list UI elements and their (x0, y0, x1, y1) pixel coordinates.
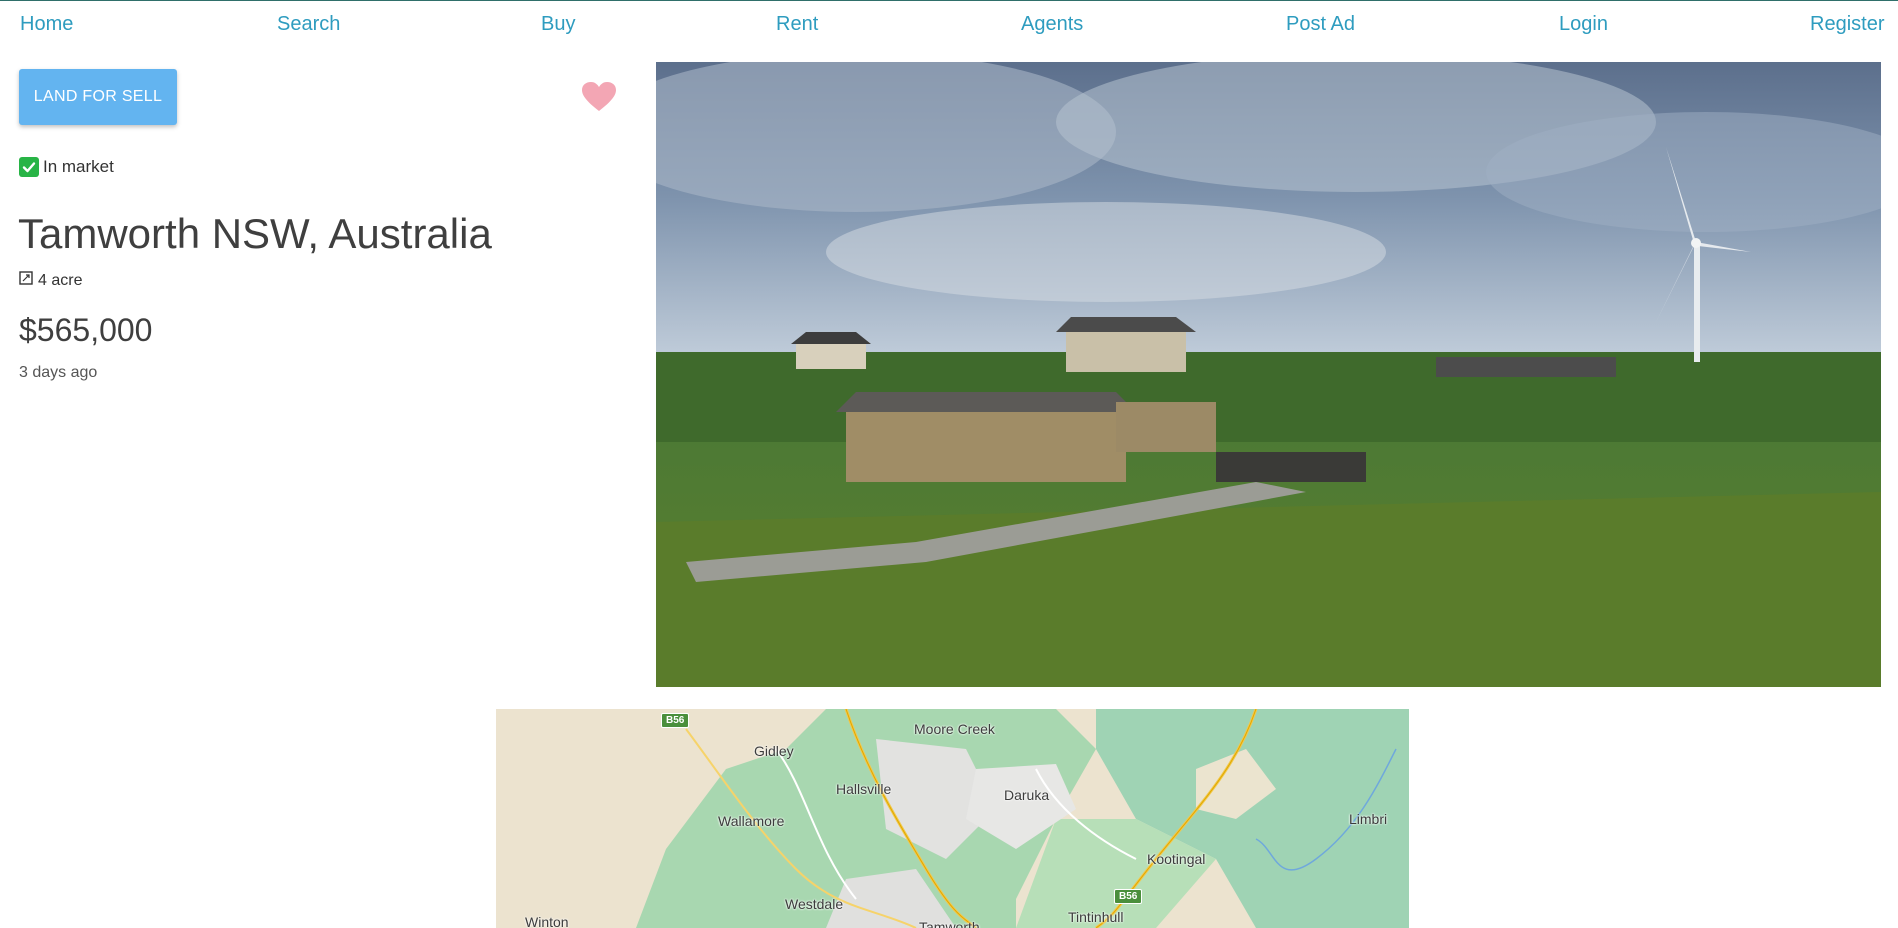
map-label-hallsville: Hallsville (836, 781, 892, 797)
area-value: 4 acre (38, 271, 83, 289)
map-label-daruka: Daruka (1004, 787, 1050, 803)
listing-posted-time: 3 days ago (19, 364, 98, 381)
map-label-tamworth: Tamworth (919, 919, 980, 928)
area-icon (19, 271, 33, 290)
status-label: In market (43, 157, 114, 176)
map-label-wallamore: Wallamore (718, 813, 785, 829)
listing-title: Tamworth NSW, Australia (18, 210, 492, 257)
nav-login-link[interactable]: Login (1559, 13, 1608, 36)
map-label-limbri: Limbri (1349, 811, 1388, 827)
route-shield-b56-north: B56 (661, 713, 690, 728)
check-mark-icon (19, 157, 39, 177)
nav-rent-link[interactable]: Rent (776, 13, 818, 36)
category-badge[interactable]: LAND FOR SELL (19, 69, 177, 125)
heart-icon[interactable] (582, 82, 616, 112)
property-photo[interactable] (656, 62, 1881, 687)
nav-buy-link[interactable]: Buy (541, 13, 575, 36)
listing-status: In market (19, 157, 114, 177)
map-label-winton: Winton (525, 914, 569, 928)
map-label-kootingal: Kootingal (1147, 851, 1206, 867)
map-label-westdale: Westdale (785, 896, 844, 912)
map-label-gidley: Gidley (754, 743, 794, 759)
nav-search-link[interactable]: Search (277, 13, 340, 36)
nav-post-ad-link[interactable]: Post Ad (1286, 13, 1355, 36)
map-label-moore-creek: Moore Creek (914, 721, 995, 737)
map-label-tintinhull: Tintinhull (1068, 909, 1124, 925)
main-navigation: Home Search Buy Rent Agents Post Ad Logi… (0, 0, 1898, 48)
listing-price: $565,000 (19, 312, 153, 348)
nav-agents-link[interactable]: Agents (1021, 13, 1083, 36)
listing-area: 4 acre (19, 271, 82, 290)
location-map[interactable]: B56 B56 Moore Creek Gidley Hallsville Da… (496, 709, 1409, 928)
nav-register-link[interactable]: Register (1810, 13, 1884, 36)
route-shield-b56-east: B56 (1114, 889, 1143, 904)
nav-home-link[interactable]: Home (20, 13, 73, 36)
